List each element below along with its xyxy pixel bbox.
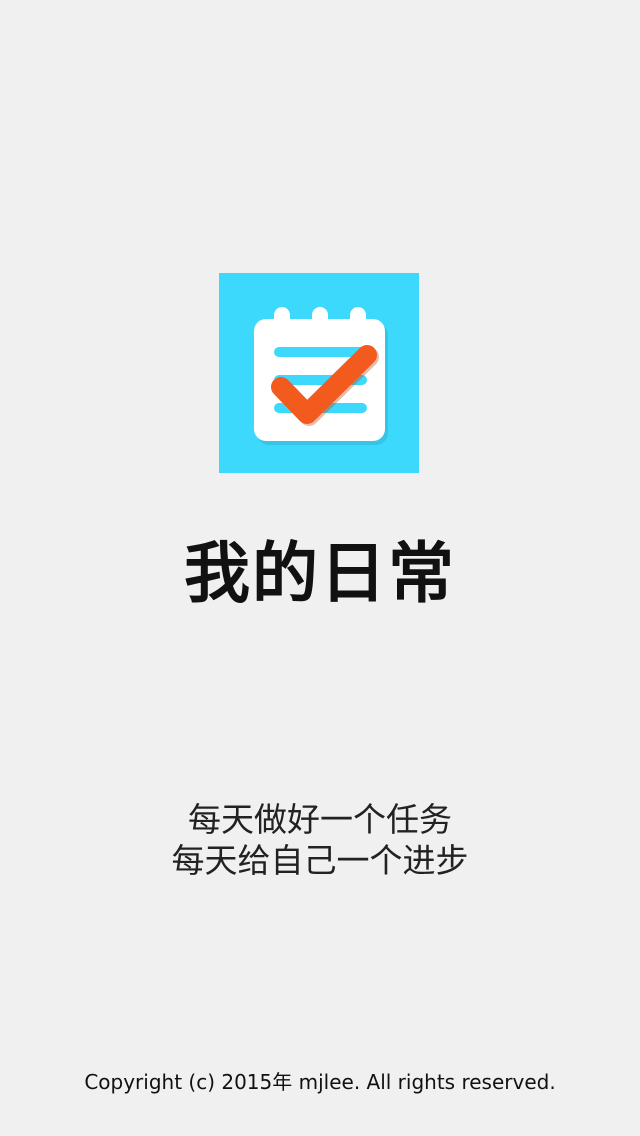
slogan-line-2: 每天给自己一个进步 — [171, 841, 469, 880]
calendar-checklist-icon — [254, 307, 388, 445]
app-logo-icon — [219, 273, 419, 473]
slogan-line-1: 每天做好一个任务 — [188, 800, 452, 839]
copyright-text: Copyright (c) 2015年 mjlee. All rights re… — [84, 1070, 556, 1094]
app-title: 我的日常 — [184, 535, 456, 612]
splash-screen: 我的日常 每天做好一个任务 每天给自己一个进步 Copyright (c) 20… — [0, 0, 640, 1136]
